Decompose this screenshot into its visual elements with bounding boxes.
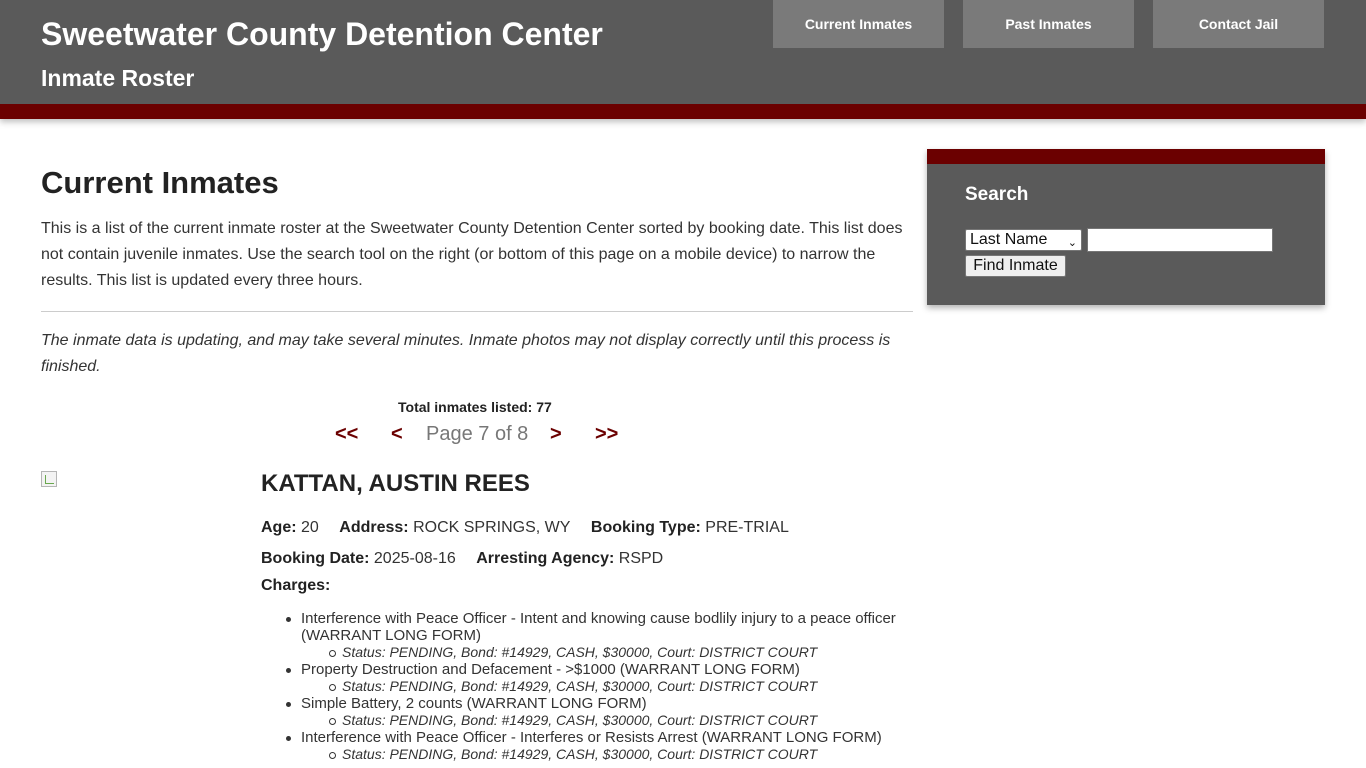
arresting-agency-label: Arresting Agency:	[476, 550, 615, 567]
arresting-agency-value: RSPD	[618, 550, 664, 567]
nav-contact-jail-button[interactable]: Contact Jail	[1153, 0, 1324, 48]
search-title: Search	[965, 184, 1029, 205]
pager-page-label: Page 7 of 8	[426, 423, 529, 445]
charges-label: Charges:	[261, 577, 331, 594]
charge-status: Status: PENDING, Bond: #14929, CASH, $30…	[329, 712, 921, 729]
booking-date-value: 2025-08-16	[373, 550, 456, 567]
charge-item: Interference with Peace Officer - Interf…	[286, 729, 921, 746]
inmate-info-line-1: Age: 20 Address: ROCK SPRINGS, WY Bookin…	[261, 519, 789, 537]
charges-list: Interference with Peace Officer - Intent…	[286, 610, 921, 763]
search-field-select-value: Last Name	[970, 231, 1048, 248]
age-label: Age:	[261, 519, 297, 536]
divider	[41, 311, 913, 312]
booking-date-label: Booking Date:	[261, 550, 370, 567]
search-field-select[interactable]: Last Name ⌄	[965, 229, 1082, 251]
page-title: Current Inmates	[41, 165, 279, 200]
booking-type-value: PRE-TRIAL	[705, 519, 789, 536]
charge-item: Simple Battery, 2 counts (WARRANT LONG F…	[286, 695, 921, 712]
nav-current-inmates-button[interactable]: Current Inmates	[773, 0, 944, 48]
header-accent-bar	[0, 104, 1366, 119]
address-label: Address:	[339, 519, 409, 536]
intro-paragraph: This is a list of the current inmate ros…	[41, 220, 903, 289]
age-value: 20	[301, 519, 319, 536]
charge-item: Property Destruction and Defacement - >$…	[286, 661, 921, 678]
search-panel: Search Last Name ⌄ Find Inmate	[927, 149, 1325, 305]
site-subtitle: Inmate Roster	[41, 65, 195, 91]
pager-first-link[interactable]: <<	[335, 420, 358, 448]
address-value: ROCK SPRINGS, WY	[413, 519, 571, 536]
pager-next-link[interactable]: >	[550, 420, 562, 448]
broken-image-icon	[41, 471, 57, 487]
pager-last-link[interactable]: >>	[595, 420, 618, 448]
total-inmates-count: Total inmates listed: 77	[398, 399, 552, 415]
charge-status: Status: PENDING, Bond: #14929, CASH, $30…	[329, 746, 921, 763]
chevron-down-icon: ⌄	[1067, 237, 1077, 249]
charge-status: Status: PENDING, Bond: #14929, CASH, $30…	[329, 678, 921, 695]
nav-past-inmates-button[interactable]: Past Inmates	[963, 0, 1134, 48]
inmate-name: KATTAN, AUSTIN REES	[261, 470, 530, 497]
search-input[interactable]	[1087, 228, 1273, 252]
site-header: Sweetwater County Detention Center Inmat…	[0, 0, 1366, 119]
site-title: Sweetwater County Detention Center	[41, 16, 603, 52]
charge-item: Interference with Peace Officer - Intent…	[286, 610, 921, 644]
charge-status: Status: PENDING, Bond: #14929, CASH, $30…	[329, 644, 921, 661]
update-notice: The inmate data is updating, and may tak…	[41, 332, 891, 375]
search-panel-accent-bar	[927, 149, 1325, 164]
booking-type-label: Booking Type:	[590, 519, 701, 536]
inmate-info-line-2: Booking Date: 2025-08-16 Arresting Agenc…	[261, 550, 663, 568]
find-inmate-button[interactable]: Find Inmate	[965, 255, 1066, 277]
pager-prev-link[interactable]: <	[391, 420, 403, 448]
